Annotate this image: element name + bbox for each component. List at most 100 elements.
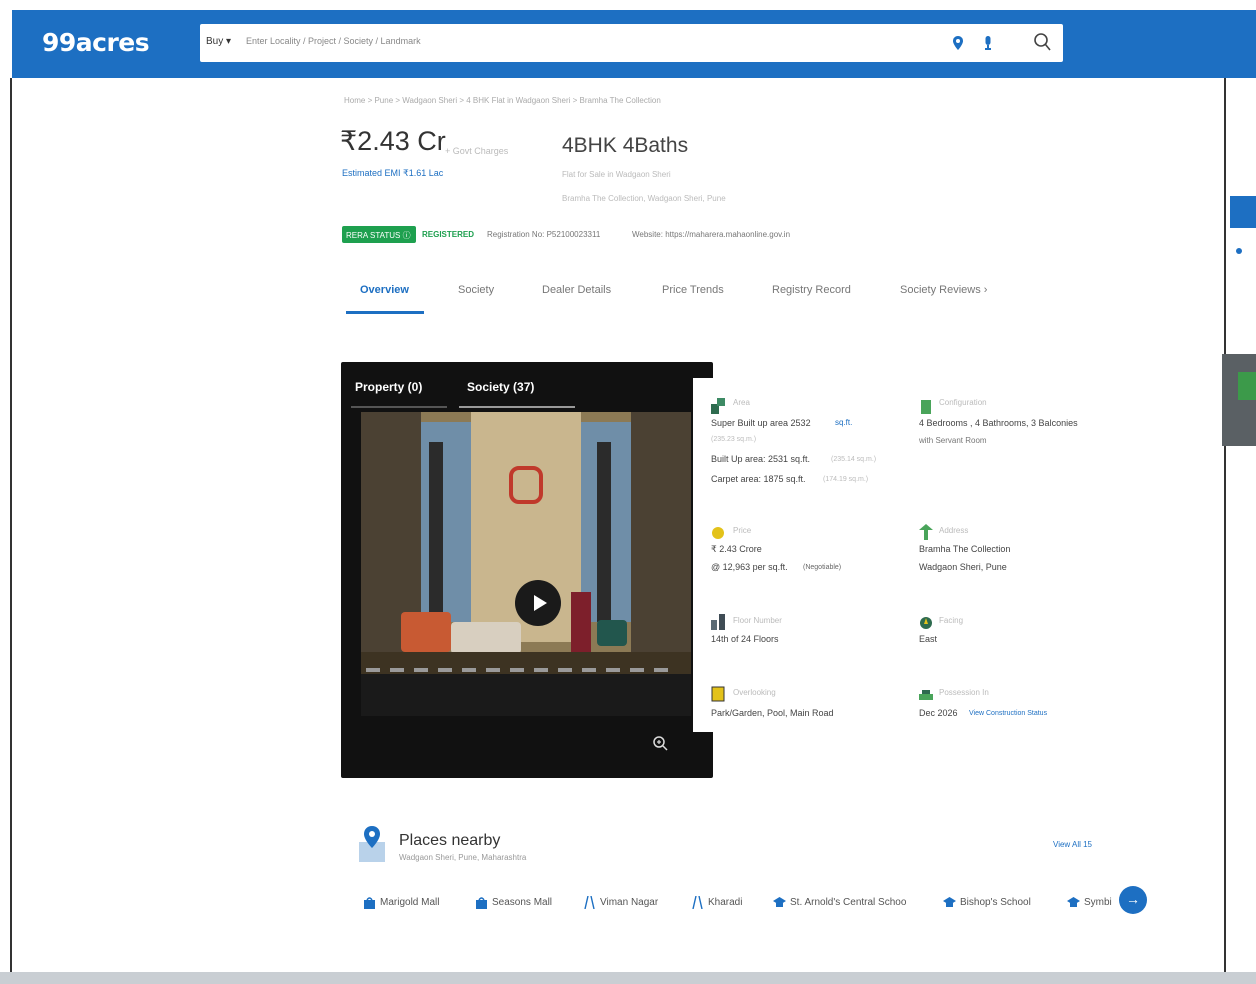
price-label: Price [733, 526, 752, 535]
locality-icon [583, 895, 596, 910]
frame-right-edge [1224, 78, 1226, 974]
places-nearby-section: Places nearby Wadgaon Sheri, Pune, Mahar… [347, 818, 1149, 928]
section-tabs: Overview Society Dealer Details Price Tr… [346, 278, 1026, 314]
top-header: 99acres Buy ▾ Enter Locality / Project /… [12, 10, 1256, 78]
construction-status-link[interactable]: View Construction Status [969, 710, 1047, 717]
project-name[interactable]: Bramha The Collection [919, 544, 1010, 554]
mall-icon [475, 896, 488, 909]
emi-link[interactable]: Estimated EMI ₹1.61 Lac [342, 168, 443, 179]
project-locality: Wadgaon Sheri, Pune [919, 562, 1007, 572]
place-chip-seasons-mall[interactable]: Seasons Mall [475, 896, 552, 909]
frame-left-edge [10, 78, 12, 974]
map-pin-icon [357, 824, 387, 864]
overlooking-value: Park/Garden, Pool, Main Road [711, 708, 834, 718]
place-label: Symbi [1084, 897, 1112, 908]
rera-status-label: RERA STATUS [346, 231, 401, 240]
possession-icon [919, 686, 933, 702]
place-chip-bishops-school[interactable]: Bishop's School [943, 896, 1031, 909]
breadcrumb: Home > Pune > Wadgaon Sheri > 4 BHK Flat… [344, 96, 661, 105]
rera-website-link[interactable]: Website: https://maharera.mahaonline.gov… [632, 230, 790, 239]
view-all-link[interactable]: View All 15 [1053, 840, 1092, 849]
school-icon [1067, 896, 1080, 909]
side-feedback-icon [1238, 372, 1256, 400]
address-label: Address [939, 526, 969, 535]
search-icon[interactable] [1032, 30, 1054, 54]
tab-price-trends[interactable]: Price Trends [662, 284, 724, 296]
rera-status-badge: RERA STATUS ⓘ [342, 226, 416, 243]
place-chip-symbi[interactable]: Symbi [1067, 896, 1112, 909]
place-label: Seasons Mall [492, 897, 553, 908]
places-nearby-title: Places nearby [399, 832, 501, 849]
zoom-icon[interactable] [651, 734, 671, 754]
compass-icon [919, 614, 933, 630]
place-chip-marigold-mall[interactable]: Marigold Mall [363, 896, 439, 909]
overlooking-label: Overlooking [733, 688, 776, 697]
possession-value: Dec 2026 [919, 708, 958, 718]
property-details-card: Area Super Built up area 2532 sq.ft. (23… [693, 378, 1107, 732]
super-built-up-area-sqm: (235.23 sq.m.) [711, 436, 757, 443]
place-chip-viman-nagar[interactable]: Viman Nagar [583, 895, 659, 910]
rera-registered-label: REGISTERED [422, 230, 475, 239]
super-built-up-area: Super Built up area 2532 [711, 418, 811, 428]
media-tab-active-line [459, 406, 575, 408]
area-label: Area [733, 398, 750, 407]
area-unit-dropdown[interactable]: sq.ft. [835, 418, 852, 427]
play-video-button[interactable] [515, 580, 561, 626]
locality-icon [691, 895, 704, 910]
place-label: St. Arnold's Central Schoo [790, 897, 907, 908]
side-contact-button[interactable] [1230, 196, 1256, 228]
side-dot-icon [1236, 248, 1242, 254]
school-icon [943, 896, 956, 909]
area-icon [711, 398, 725, 414]
configuration-label: Configuration [939, 398, 987, 407]
address-icon [919, 524, 933, 540]
society-video-thumbnail[interactable] [361, 412, 691, 716]
built-up-area-sqm: (235.14 sq.m.) [831, 456, 877, 463]
place-label: Viman Nagar [600, 897, 659, 908]
search-input[interactable]: Enter Locality / Project / Society / Lan… [246, 36, 421, 46]
facing-value: East [919, 634, 938, 644]
location-icon[interactable] [952, 36, 964, 50]
next-arrow-button[interactable]: → [1119, 886, 1147, 914]
place-chip-st-arnolds-school[interactable]: St. Arnold's Central Schoo [773, 896, 906, 909]
configuration-rooms: 4 Bedrooms , 4 Bathrooms, 3 Balconies [919, 418, 1078, 428]
browser-bottom-strip [0, 972, 1256, 984]
media-tab-divider [351, 406, 447, 408]
tab-society[interactable]: Society [458, 284, 494, 296]
carpet-area-sqm: (174.19 sq.m.) [823, 476, 869, 483]
price-value: ₹ 2.43 Crore [711, 544, 762, 554]
tab-dealer-details[interactable]: Dealer Details [542, 284, 611, 296]
site-logo[interactable]: 99acres [42, 28, 150, 57]
search-bar[interactable]: Buy ▾ Enter Locality / Project / Society… [200, 24, 1063, 62]
possession-label: Possession In [939, 688, 989, 697]
price-icon [711, 524, 725, 540]
configuration-subtitle: Flat for Sale in Wadgaon Sheri [562, 170, 671, 179]
place-chip-kharadi[interactable]: Kharadi [691, 895, 742, 910]
active-tab-indicator [346, 311, 424, 314]
place-label: Marigold Mall [380, 897, 440, 908]
media-tab-property[interactable]: Property (0) [355, 380, 422, 394]
microphone-icon[interactable] [982, 36, 994, 50]
floor-value: 14th of 24 Floors [711, 634, 779, 644]
places-nearby-subtitle: Wadgaon Sheri, Pune, Maharashtra [399, 853, 527, 862]
tab-overview[interactable]: Overview [360, 284, 409, 296]
carpet-area: Carpet area: 1875 sq.ft. [711, 474, 806, 484]
buy-dropdown[interactable]: Buy ▾ [206, 36, 231, 47]
configuration-extra: with Servant Room [919, 436, 987, 445]
tab-society-reviews[interactable]: Society Reviews › [900, 284, 987, 296]
built-up-area: Built Up area: 2531 sq.ft. [711, 454, 811, 464]
project-location-subtitle[interactable]: Bramha The Collection, Wadgaon Sheri, Pu… [562, 194, 726, 203]
floor-label: Floor Number [733, 616, 782, 625]
price-per-sqft: @ 12,963 per sq.ft. [711, 562, 788, 572]
configuration-icon [919, 398, 933, 414]
side-feedback-panel[interactable] [1222, 354, 1256, 446]
media-gallery: Property (0) Society (37) [341, 362, 713, 778]
info-icon[interactable]: ⓘ [403, 231, 411, 240]
place-label: Bishop's School [960, 897, 1031, 908]
facing-label: Facing [939, 616, 964, 625]
tab-registry-record[interactable]: Registry Record [772, 284, 851, 296]
school-icon [773, 896, 786, 909]
media-tab-society[interactable]: Society (37) [467, 380, 534, 394]
mall-icon [363, 896, 376, 909]
rera-registration-number: Registration No: P52100023311 [487, 230, 601, 239]
